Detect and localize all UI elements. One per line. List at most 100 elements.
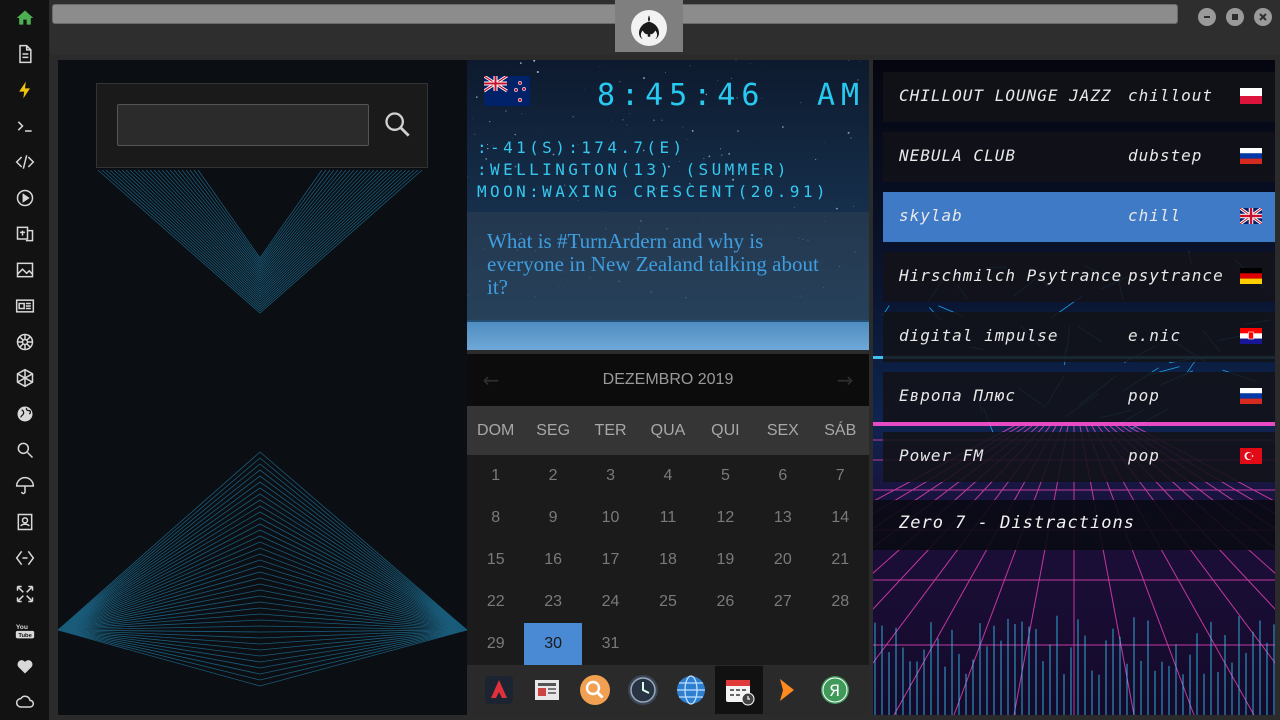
germany-flag bbox=[1240, 268, 1262, 284]
calendar-day[interactable]: 14 bbox=[812, 497, 869, 539]
radio-panel: CHILLOUT LOUNGE JAZZ chillout NEBULA CLUB d… bbox=[873, 60, 1275, 715]
search-icon[interactable] bbox=[13, 438, 37, 462]
uk-flag bbox=[1240, 208, 1262, 224]
calendar-day[interactable]: 27 bbox=[754, 581, 811, 623]
calendar-day[interactable]: 1 bbox=[467, 455, 524, 497]
calendar-day[interactable]: 28 bbox=[812, 581, 869, 623]
station-row[interactable]: NEBULA CLUB dubstep bbox=[883, 132, 1275, 182]
search-input[interactable] bbox=[117, 104, 369, 146]
calendar-day[interactable]: 2 bbox=[524, 455, 581, 497]
close-button[interactable] bbox=[1254, 8, 1272, 26]
weekday-label: TER bbox=[594, 422, 627, 439]
station-row[interactable]: Европа Плюс pop bbox=[883, 372, 1275, 422]
main-area: 8:45:46 AM :-41(S):174.7(E) :WELLINGTON(… bbox=[50, 55, 1280, 720]
calendar-day[interactable]: 24 bbox=[582, 581, 639, 623]
calendar-week: 1234567 bbox=[467, 455, 869, 497]
calendar-day[interactable]: 26 bbox=[697, 581, 754, 623]
maximize-button[interactable] bbox=[1226, 8, 1244, 26]
station-row[interactable]: Power FM pop bbox=[883, 432, 1275, 482]
station-row[interactable]: skylab chill bbox=[883, 192, 1275, 242]
home-icon[interactable] bbox=[13, 6, 37, 30]
heart-icon[interactable] bbox=[13, 654, 37, 678]
calendar-day[interactable]: 23 bbox=[524, 581, 581, 623]
yandex-icon[interactable]: Я bbox=[811, 666, 859, 714]
calendar-day[interactable]: 5 bbox=[697, 455, 754, 497]
calendar-empty-cell bbox=[754, 623, 811, 665]
calendar-icon[interactable] bbox=[715, 666, 763, 714]
calendar-day[interactable]: 10 bbox=[582, 497, 639, 539]
calendar-day[interactable]: 13 bbox=[754, 497, 811, 539]
calendar-week: 15 16 17 18 19 20 21 bbox=[467, 539, 869, 581]
calendar-day[interactable]: 31 bbox=[582, 623, 639, 665]
calendar-week: 22 23 24 25 26 27 28 bbox=[467, 581, 869, 623]
galactic-empire-icon[interactable] bbox=[13, 330, 37, 354]
new-zealand-flag bbox=[484, 76, 530, 106]
news-ticker: What is #TurnArdern and why is everyone … bbox=[467, 212, 869, 320]
newspaper-icon[interactable] bbox=[523, 666, 571, 714]
cloud-icon[interactable] bbox=[13, 690, 37, 714]
news-headline-link[interactable]: What is #TurnArdern and why is everyone … bbox=[487, 230, 827, 299]
calendar-day[interactable]: 12 bbox=[697, 497, 754, 539]
calendar-day[interactable]: 11 bbox=[639, 497, 696, 539]
globe-icon[interactable] bbox=[667, 666, 715, 714]
calendar-day[interactable]: 9 bbox=[524, 497, 581, 539]
clock-ampm: AM bbox=[817, 78, 866, 113]
calendar-day[interactable]: 19 bbox=[697, 539, 754, 581]
hexagon-icon[interactable] bbox=[13, 366, 37, 390]
rocket-icon[interactable] bbox=[475, 666, 523, 714]
calendar-day-selected[interactable]: 30 bbox=[524, 623, 582, 665]
calendar-day[interactable]: 6 bbox=[754, 455, 811, 497]
globe-icon[interactable] bbox=[13, 402, 37, 426]
minimize-button[interactable] bbox=[1198, 8, 1216, 26]
clock-location: :WELLINGTON(13) (SUMMER) bbox=[477, 160, 790, 179]
station-row[interactable]: digital impulse e.nic bbox=[883, 312, 1275, 362]
expand-icon[interactable] bbox=[13, 582, 37, 606]
weekday-label: SEX bbox=[766, 422, 799, 439]
title-bar bbox=[50, 0, 1280, 55]
calendar-day[interactable]: 22 bbox=[467, 581, 524, 623]
station-row[interactable]: CHILLOUT LOUNGE JAZZ chillout bbox=[883, 72, 1275, 122]
calendar-day[interactable]: 20 bbox=[754, 539, 811, 581]
now-playing-title: Zero 7 - Distractions bbox=[899, 513, 1135, 533]
calendar-day[interactable]: 25 bbox=[639, 581, 696, 623]
calendar-day[interactable]: 7 bbox=[812, 455, 869, 497]
code-icon[interactable] bbox=[13, 150, 37, 174]
network-icon[interactable] bbox=[13, 546, 37, 570]
station-row[interactable]: Hirschmilch Psytrance psytrance bbox=[883, 252, 1275, 302]
document-icon[interactable] bbox=[13, 42, 37, 66]
flash-icon[interactable] bbox=[13, 78, 37, 102]
news-icon[interactable] bbox=[13, 294, 37, 318]
calendar-day[interactable]: 8 bbox=[467, 497, 524, 539]
youtube-icon[interactable]: You Tube bbox=[13, 618, 37, 642]
station-name: Power FM bbox=[899, 446, 985, 465]
umbrella-icon[interactable] bbox=[13, 474, 37, 498]
calendar-day[interactable]: 29 bbox=[467, 623, 524, 665]
logo-tab[interactable] bbox=[615, 0, 683, 52]
station-genre: pop bbox=[1128, 446, 1160, 465]
station-genre: dubstep bbox=[1128, 146, 1203, 165]
translate-icon[interactable] bbox=[13, 222, 37, 246]
svg-text:Я: Я bbox=[829, 681, 840, 700]
calendar-day[interactable]: 17 bbox=[582, 539, 639, 581]
play-arrow-icon[interactable] bbox=[763, 666, 811, 714]
search-panel bbox=[58, 60, 467, 715]
calendar-day[interactable]: 18 bbox=[639, 539, 696, 581]
search-button[interactable] bbox=[379, 106, 415, 142]
calendar-day[interactable]: 3 bbox=[582, 455, 639, 497]
terminal-icon[interactable] bbox=[13, 114, 37, 138]
search-icon[interactable] bbox=[571, 666, 619, 714]
russia-flag bbox=[1240, 148, 1262, 164]
station-name: Европа Плюс bbox=[899, 386, 1016, 405]
calendar-day[interactable]: 4 bbox=[639, 455, 696, 497]
next-month-button[interactable]: → bbox=[833, 368, 857, 392]
contacts-icon[interactable] bbox=[13, 510, 37, 534]
calendar-day[interactable]: 21 bbox=[812, 539, 869, 581]
calendar-day[interactable]: 15 bbox=[467, 539, 524, 581]
weekday-label: SEG bbox=[536, 422, 571, 439]
clock-icon[interactable] bbox=[619, 666, 667, 714]
play-icon[interactable] bbox=[13, 186, 37, 210]
image-icon[interactable] bbox=[13, 258, 37, 282]
search-box bbox=[96, 83, 428, 168]
weekday-label: QUI bbox=[711, 422, 740, 439]
calendar-day[interactable]: 16 bbox=[524, 539, 581, 581]
